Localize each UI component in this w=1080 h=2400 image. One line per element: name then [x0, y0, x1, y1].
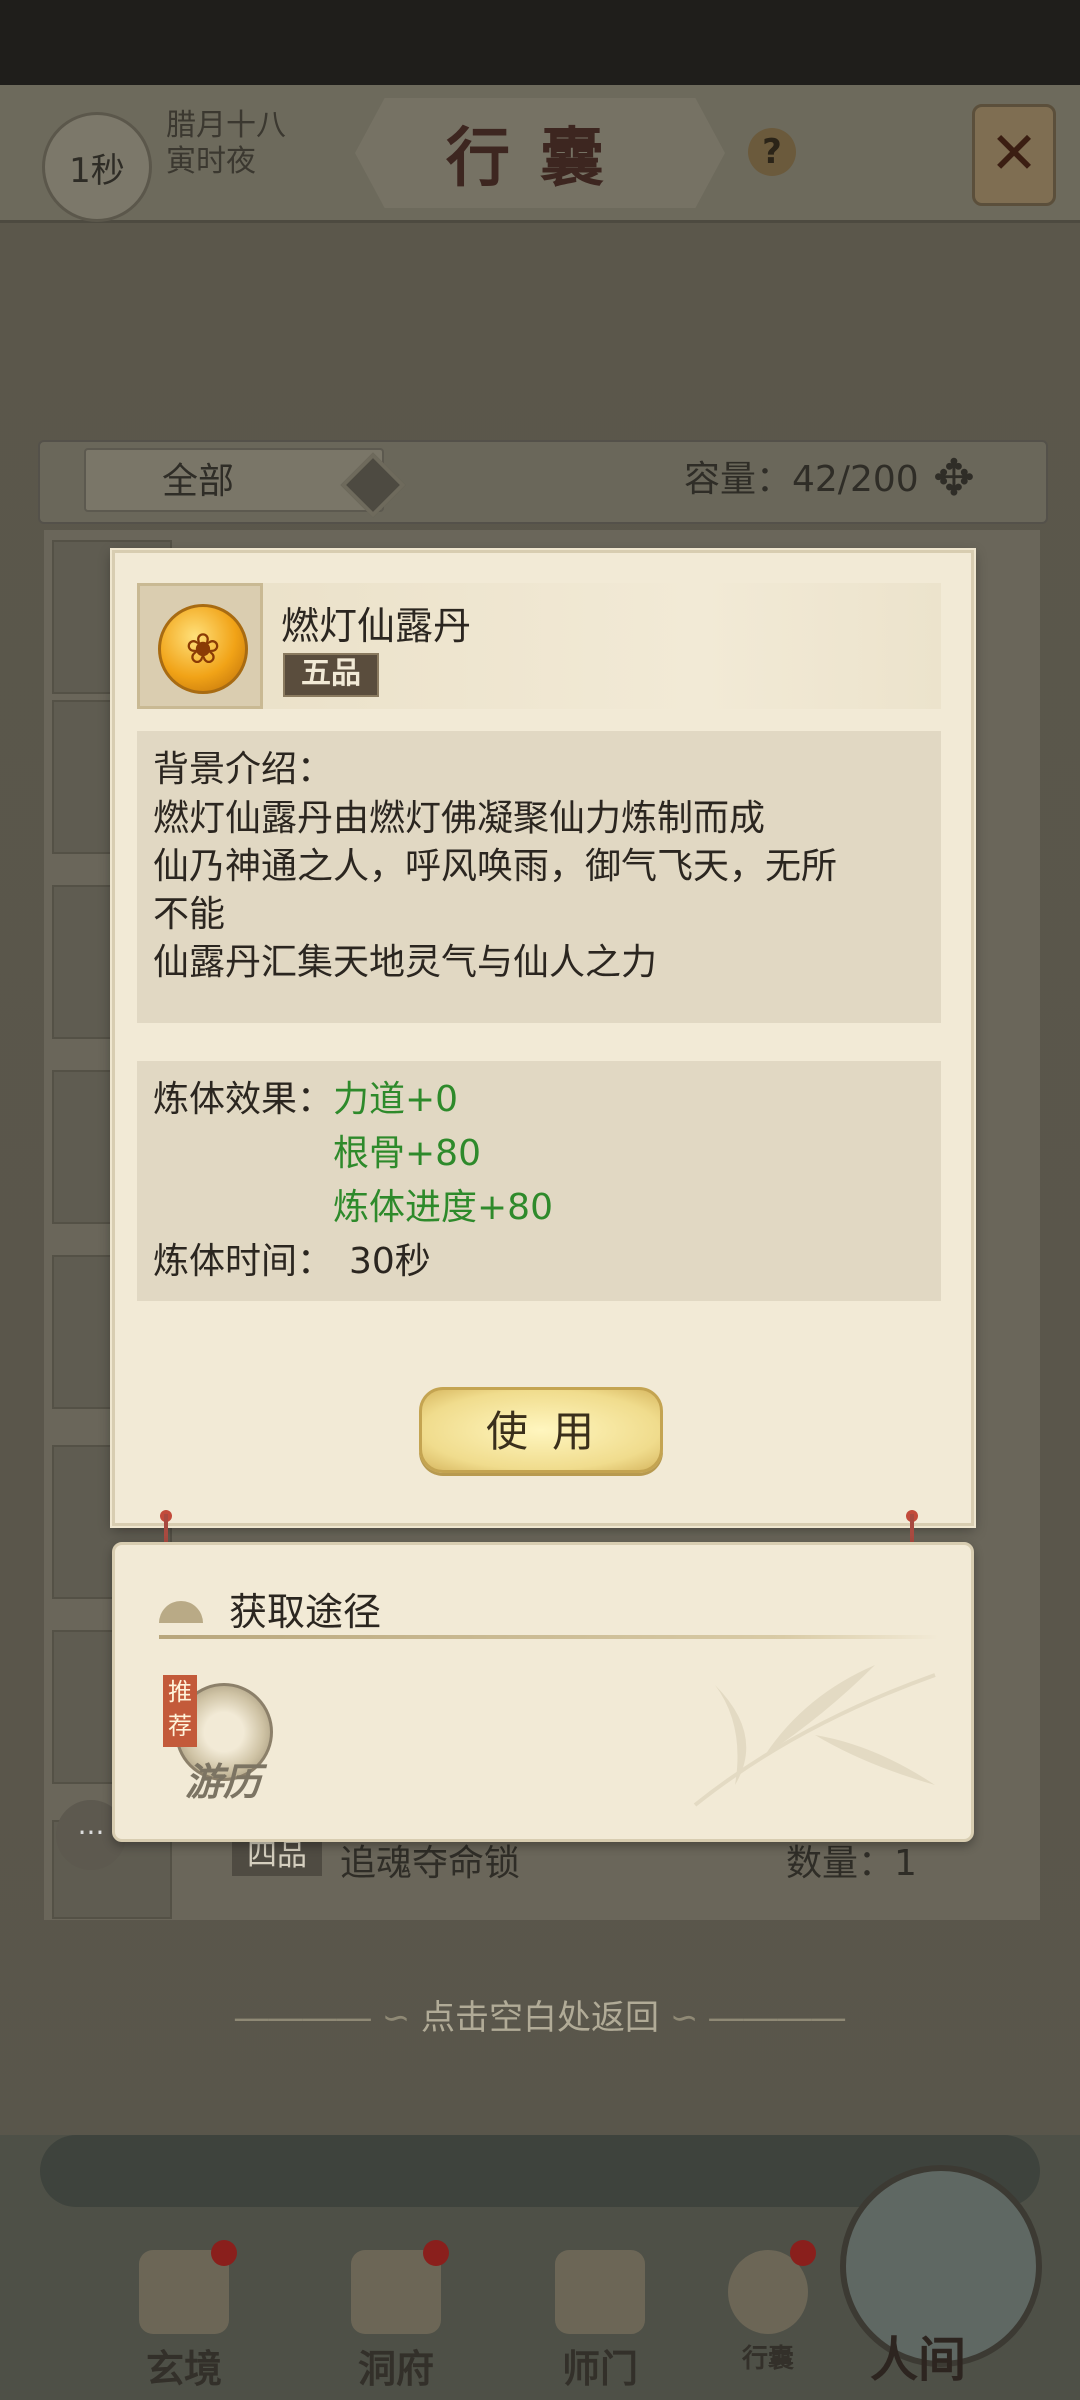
lotus-pill-icon: ❀	[158, 604, 248, 694]
item-description: 背景介绍： 燃灯仙露丹由燃灯佛凝聚仙力炼制而成 仙乃神通之人，呼风唤雨，御气飞天…	[137, 731, 941, 1023]
effect-row: 炼体进度+80	[153, 1181, 925, 1235]
effect-value: 炼体进度+80	[333, 1187, 553, 1228]
game-date: 腊月十八 寅时夜	[166, 108, 286, 180]
item-icon-frame: ❀	[137, 583, 263, 709]
acquisition-title: 获取途径	[229, 1590, 382, 1634]
acquisition-panel: 获取途径 推荐 游历	[112, 1542, 974, 1842]
nav-item-shimen[interactable]: 师门	[520, 2250, 680, 2391]
close-button[interactable]: ✕	[972, 104, 1056, 206]
notification-dot	[423, 2240, 449, 2266]
item-header: ❀ 燃灯仙露丹 五品	[137, 583, 941, 709]
pagoda-icon	[351, 2240, 449, 2334]
item-effects: 炼体效果： 力道+0 根骨+80 炼体进度+80 炼体时间： 30秒	[137, 1061, 941, 1301]
time-label: 炼体时间：	[153, 1241, 334, 1282]
nav-label: 行囊	[741, 2344, 794, 2374]
tap-to-return-hint: ―――― ∽ 点击空白处返回 ∽ ――――	[0, 1990, 1080, 2039]
route-youli-button[interactable]: 推荐 游历	[163, 1675, 283, 1804]
cloud-ornament-icon	[159, 1601, 203, 1623]
ornament-left-icon: ―――― ∽	[234, 1998, 421, 2038]
nav-label: 师门	[561, 2346, 638, 2391]
recommended-tag: 推荐	[163, 1675, 197, 1747]
title-divider	[159, 1635, 939, 1639]
scroll-icon	[139, 2240, 237, 2334]
effect-row: 炼体效果： 力道+0	[153, 1073, 925, 1127]
nav-label: 玄境	[145, 2346, 222, 2391]
item-detail-popup: ❀ 燃灯仙露丹 五品 背景介绍： 燃灯仙露丹由燃灯佛凝聚仙力炼制而成 仙乃神通之…	[112, 550, 974, 1526]
date-line-2: 寅时夜	[166, 144, 256, 179]
date-line-1: 腊月十八	[166, 108, 286, 143]
description-title: 背景介绍：	[153, 749, 334, 790]
timer-badge: 1秒	[42, 112, 152, 222]
title-plate: 行囊	[355, 98, 725, 208]
page-title: 行囊	[446, 121, 634, 196]
notification-dot	[790, 2240, 816, 2266]
effect-label: 炼体效果：	[153, 1079, 334, 1120]
effect-value: 力道+0	[333, 1079, 459, 1120]
description-line: 仙露丹汇集天地灵气与仙人之力	[153, 942, 658, 983]
nav-item-xingnang[interactable]: 行囊	[688, 2240, 848, 2380]
nav-item-xuanjing[interactable]: 玄境	[104, 2240, 264, 2391]
time-row: 炼体时间： 30秒	[153, 1235, 925, 1289]
nav-item-renjian[interactable]: 人间	[870, 2320, 966, 2390]
list-item-grade: 四品	[232, 1836, 322, 1876]
effect-value: 根骨+80	[333, 1133, 481, 1174]
ornament-right-icon: ∽ ――――	[669, 1998, 846, 2038]
bag-icon	[728, 2240, 816, 2334]
capacity-label: 容量：42/200	[684, 459, 919, 500]
nav-item-dongfu[interactable]: 洞府	[316, 2240, 476, 2391]
route-label: 游历	[185, 1759, 262, 1804]
use-button[interactable]: 使用	[419, 1387, 663, 1473]
effect-row: 根骨+80	[153, 1127, 925, 1181]
description-line: 燃灯仙露丹由燃灯佛凝聚仙力炼制而成	[153, 798, 766, 839]
bamboo-decoration-icon	[693, 1665, 936, 1807]
time-value: 30秒	[349, 1241, 431, 1282]
expand-arrows-icon[interactable]: ✥	[922, 446, 986, 510]
description-line: 仙乃神通之人，呼风唤雨，御气飞天，无所	[153, 846, 838, 887]
notification-dot	[211, 2240, 237, 2266]
item-name: 燃灯仙露丹	[281, 604, 472, 648]
description-line: 不能	[153, 894, 226, 935]
nav-label: 洞府	[357, 2346, 434, 2391]
item-grade-badge: 五品	[283, 653, 379, 697]
category-filter-select[interactable]: 全部	[84, 448, 384, 512]
help-button[interactable]: ?	[748, 128, 796, 176]
back-hint-text: 点击空白处返回	[421, 1998, 659, 2038]
banner-icon	[555, 2250, 645, 2334]
